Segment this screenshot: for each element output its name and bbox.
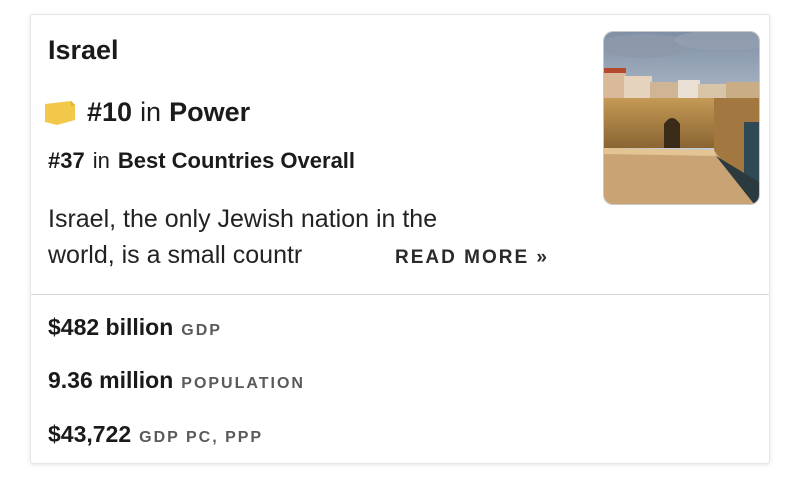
- stat-label: GDP: [181, 322, 222, 339]
- ribbon-badge-icon: [43, 100, 77, 126]
- stat-population: 9.36 million POPULATION: [48, 367, 305, 394]
- power-rank-number: #10: [87, 97, 133, 127]
- stat-value: $43,722: [48, 421, 132, 447]
- overall-rank-in: in: [92, 148, 110, 173]
- country-card: Israel #10 in Power #37 in Best Countrie…: [30, 14, 770, 464]
- stat-value: $482 billion: [48, 314, 174, 340]
- read-more-link[interactable]: READ MORE »: [395, 247, 553, 269]
- country-name: Israel: [48, 35, 119, 65]
- overall-rank-number: #37: [48, 148, 85, 173]
- divider: [31, 294, 769, 295]
- power-rank-in: in: [140, 97, 162, 127]
- power-rank: #10 in Power: [43, 97, 250, 128]
- stat-gdp: $482 billion GDP: [48, 314, 222, 341]
- description-line-1: Israel, the only Jewish nation in the: [48, 205, 438, 233]
- country-photo: [603, 31, 760, 205]
- stat-label: POPULATION: [181, 375, 305, 392]
- stat-value: 9.36 million: [48, 367, 174, 393]
- stat-gdp-pc-ppp: $43,722 GDP PC, PPP: [48, 421, 263, 448]
- overall-rank: #37 in Best Countries Overall: [48, 148, 355, 174]
- power-rank-category[interactable]: Power: [169, 97, 250, 128]
- overall-rank-category[interactable]: Best Countries Overall: [118, 148, 355, 174]
- stat-label: GDP PC, PPP: [139, 429, 264, 446]
